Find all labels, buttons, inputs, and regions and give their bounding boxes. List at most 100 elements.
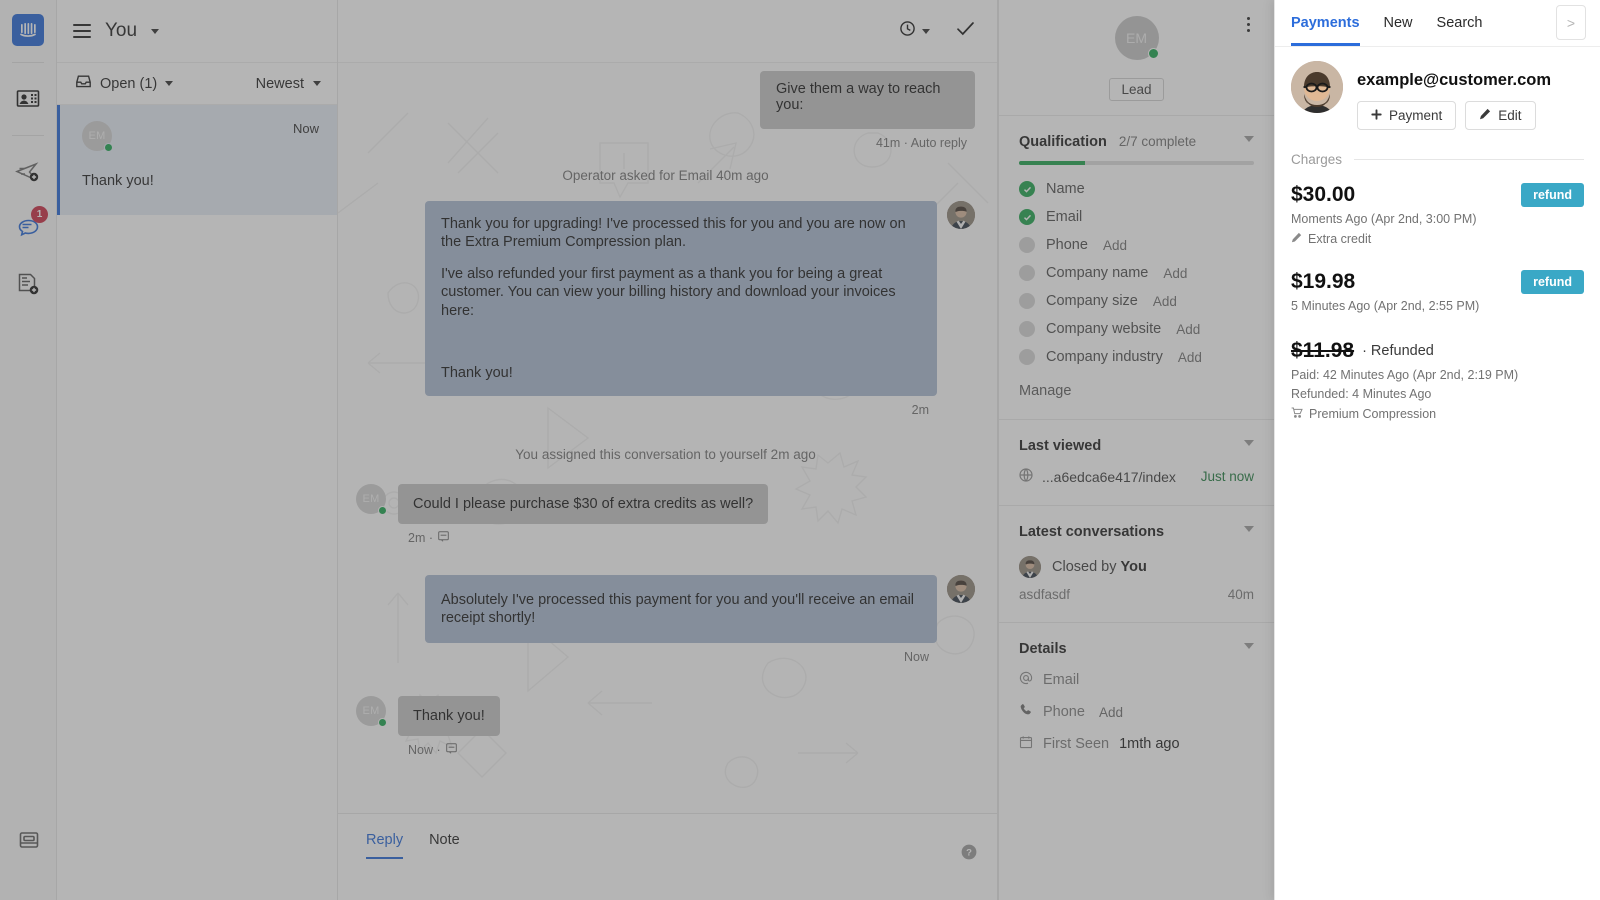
sort-dropdown[interactable]: Newest (256, 76, 321, 92)
details-collapse-chevron-icon[interactable] (1244, 643, 1254, 649)
message-bubble: Could I please purchase $30 of extra cre… (398, 483, 769, 524)
details-row-email[interactable]: Email (1019, 671, 1254, 689)
add-link[interactable]: Add (1103, 238, 1127, 253)
open-filter-chevron-down-icon (165, 81, 174, 86)
charge-description: Extra credit (1308, 232, 1372, 246)
tab-search[interactable]: Search (1437, 0, 1483, 46)
cart-icon (1291, 407, 1303, 421)
latest-conversations-collapse-chevron-icon[interactable] (1244, 526, 1254, 532)
last-viewed-collapse-chevron-icon[interactable] (1244, 440, 1254, 446)
qualification-collapse-chevron-icon[interactable] (1244, 136, 1254, 142)
add-link[interactable]: Add (1153, 294, 1177, 309)
left-icon-rail: 1 (0, 0, 57, 900)
last-viewed-title: Last viewed (1019, 438, 1102, 454)
check-icon (956, 20, 975, 42)
open-filter-dropdown[interactable]: Open (1) (75, 74, 174, 93)
tab-new[interactable]: New (1384, 0, 1413, 46)
add-payment-button[interactable]: Payment (1357, 101, 1457, 130)
avatar (1291, 61, 1343, 113)
app-root: 1 You Open (1) Newest EM Now Thank you! … (0, 0, 1600, 900)
qualification-row-email[interactable]: Email (1019, 209, 1254, 225)
payments-customer: example@customer.com Payment Edit (1275, 47, 1600, 130)
sidebar-item-articles[interactable] (8, 264, 48, 304)
add-link[interactable]: Add (1163, 266, 1187, 281)
charge-description: Premium Compression (1309, 407, 1437, 421)
chevron-down-icon[interactable] (151, 28, 160, 34)
snooze-button[interactable] (899, 20, 930, 42)
charge-item: $19.98 refund 5 Minutes Ago (Apr 2nd, 2:… (1275, 246, 1600, 313)
online-status-dot (104, 143, 113, 152)
charge-amount: $19.98 (1291, 270, 1356, 293)
edit-customer-button[interactable]: Edit (1465, 101, 1536, 130)
last-viewed-row[interactable]: ...a6edca6e417/index Just now (1019, 468, 1254, 485)
empty-circle-icon (1019, 265, 1035, 281)
online-status-dot (378, 505, 387, 515)
sidebar-item-conversations[interactable]: 1 (8, 206, 48, 248)
help-icon[interactable]: ? (961, 844, 977, 865)
open-filter-label: Open (1) (100, 75, 158, 92)
qualification-row-company-industry[interactable]: Company industry Add (1019, 349, 1254, 365)
charges-label: Charges (1291, 152, 1343, 167)
message-meta-text: Now · (408, 743, 441, 758)
details-row-first-seen[interactable]: First Seen 1mth ago (1019, 735, 1254, 753)
qualification-title: Qualification (1019, 134, 1107, 150)
dimmed-app-layer: 1 You Open (1) Newest EM Now Thank you! … (0, 0, 1274, 900)
add-link[interactable]: Add (1178, 350, 1202, 365)
hamburger-menu-icon[interactable] (73, 24, 91, 38)
conversation-header (338, 0, 997, 63)
sidebar-item-inbox[interactable] (9, 820, 49, 860)
tab-reply[interactable]: Reply (366, 832, 404, 859)
add-link[interactable]: Add (1176, 322, 1200, 337)
qualification-label: Email (1046, 209, 1083, 225)
payments-actions: Payment Edit (1357, 101, 1551, 130)
online-status-dot (1147, 48, 1159, 59)
message-paragraph: Thank you! (441, 364, 513, 381)
tab-note[interactable]: Note (429, 832, 460, 859)
qualification-label: Company name (1046, 265, 1149, 281)
qualification-row-company-name[interactable]: Company name Add (1019, 265, 1254, 281)
details-row-phone[interactable]: Phone Add (1019, 703, 1254, 721)
charge-description-row: Extra credit (1291, 232, 1584, 246)
qualification-section: Qualification 2/7 complete Name Email Ph… (999, 115, 1274, 419)
avatar-initials: EM (362, 705, 380, 718)
qualification-row-company-website[interactable]: Company website Add (1019, 321, 1254, 337)
last-viewed-section: Last viewed ...a6edca6e417/index Just no… (999, 419, 1274, 505)
empty-circle-icon (1019, 321, 1035, 337)
inbox-icon (18, 830, 40, 850)
manage-link[interactable]: Manage (1019, 383, 1254, 399)
avatar-initials: EM (88, 130, 106, 142)
conversation-item-row: EM Now (82, 121, 319, 152)
next-button[interactable]: > (1556, 5, 1586, 40)
seen-receipt-icon (445, 743, 457, 757)
sidebar-item-send-message[interactable] (8, 152, 48, 192)
latest-conversations-header: Latest conversations (1019, 524, 1254, 540)
avatar (947, 201, 975, 229)
latest-conversation-time: 40m (1227, 587, 1254, 602)
qualification-row-phone[interactable]: Phone Add (1019, 237, 1254, 253)
latest-conversation-item[interactable]: Closed by You (1019, 556, 1254, 578)
details-label: First Seen (1043, 736, 1110, 752)
refund-button[interactable]: refund (1521, 183, 1584, 207)
qualification-header: Qualification 2/7 complete (1019, 134, 1254, 150)
qualification-row-company-size[interactable]: Company size Add (1019, 293, 1254, 309)
conversation-list-filters: Open (1) Newest (57, 63, 337, 105)
intercom-logo-icon[interactable] (12, 14, 44, 46)
pencil-icon (1291, 232, 1302, 246)
charges-header: Charges (1275, 130, 1600, 167)
details-label: Phone (1043, 704, 1085, 720)
add-link[interactable]: Add (1099, 705, 1123, 720)
close-conversation-button[interactable] (956, 20, 975, 42)
message-meta: 2m · (408, 531, 975, 545)
qualification-row-name[interactable]: Name (1019, 181, 1254, 197)
globe-icon (1019, 468, 1033, 485)
at-icon (1019, 671, 1033, 689)
conversation-message-list[interactable]: Give them a way to reach you: 41m · Auto… (338, 63, 997, 813)
refund-button[interactable]: refund (1521, 270, 1584, 294)
sidebar-item-contacts[interactable] (8, 79, 48, 119)
charge-timestamp: 5 Minutes Ago (Apr 2nd, 2:55 PM) (1291, 299, 1480, 313)
inbox-owner-title: You (105, 20, 138, 41)
conversation-list-item[interactable]: EM Now Thank you! (57, 105, 337, 215)
tab-payments[interactable]: Payments (1291, 0, 1360, 46)
rail-divider-2 (12, 135, 44, 136)
more-options-icon[interactable] (1247, 17, 1250, 32)
